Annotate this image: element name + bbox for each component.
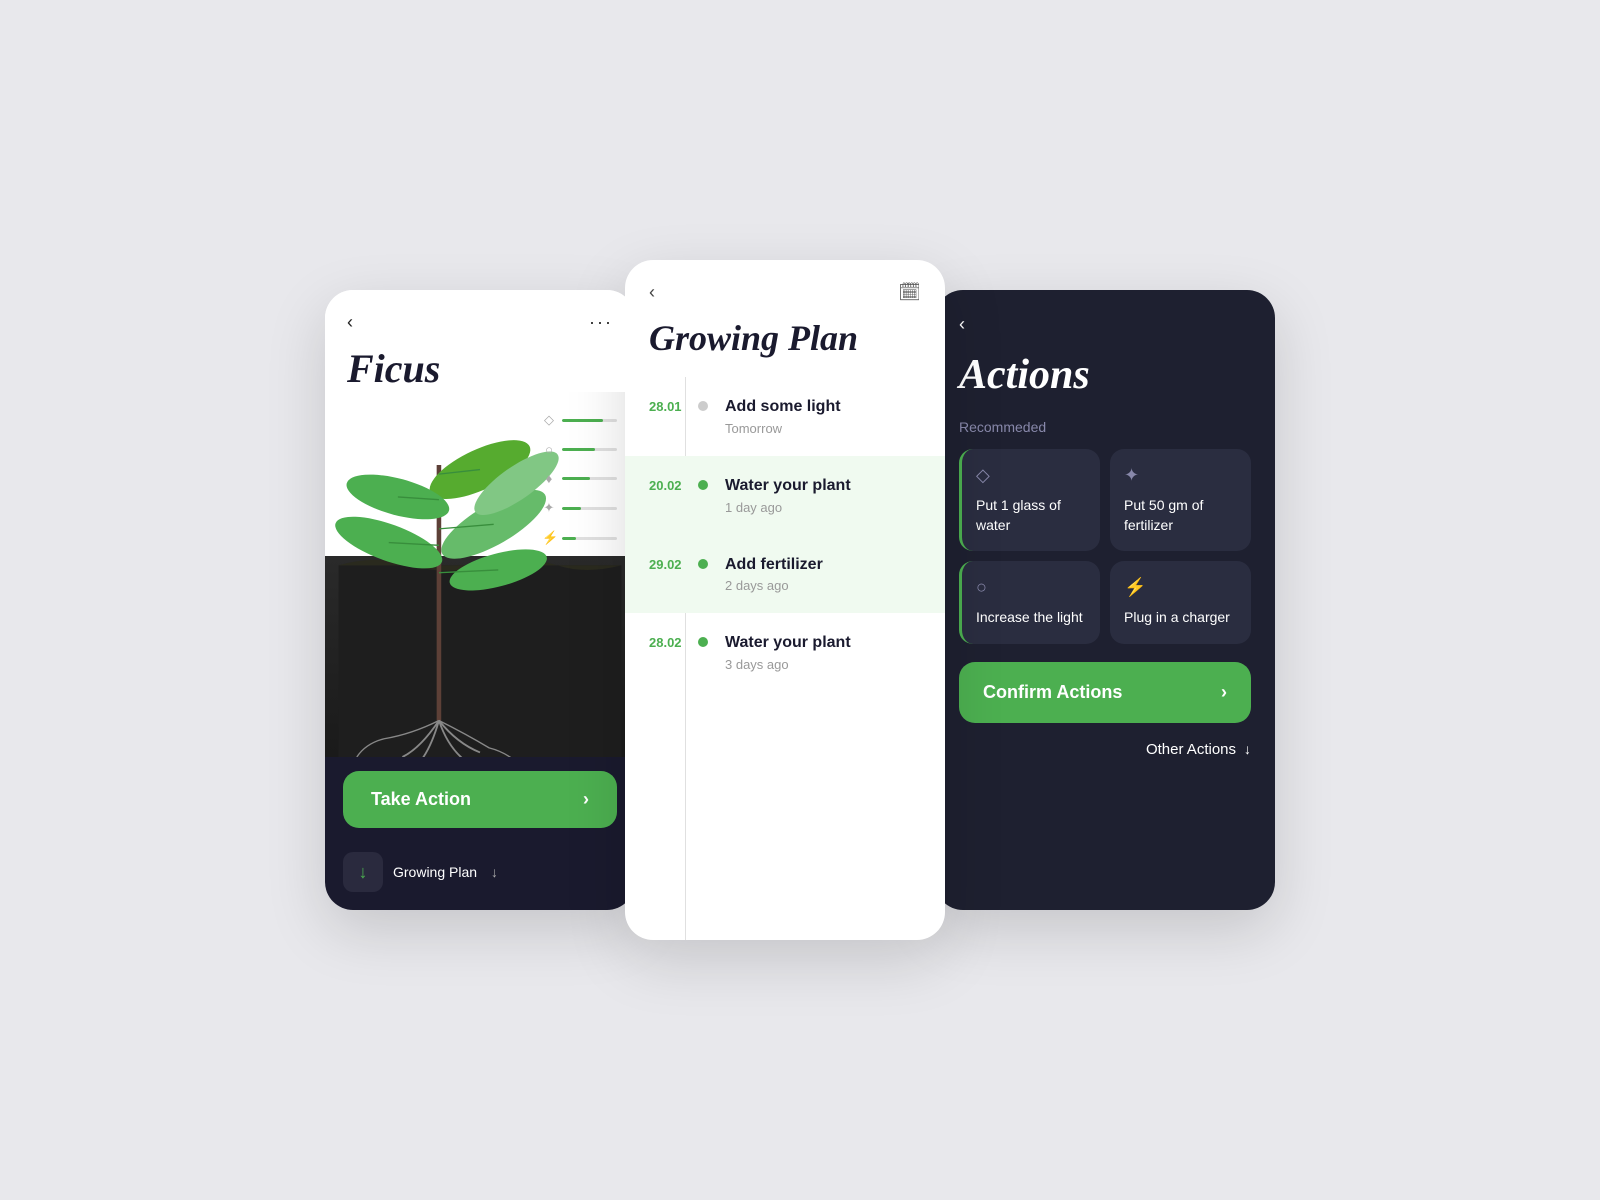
timeline-item: 28.01 Add some light Tomorrow	[625, 377, 945, 456]
light-card-icon: ○	[976, 577, 1086, 598]
growing-plan-title: Growing Plan	[649, 317, 921, 359]
confirm-actions-button[interactable]: Confirm Actions ›	[959, 662, 1251, 723]
timeline-item: 28.02 Water your plant 3 days ago	[625, 613, 945, 692]
action-cards-grid: ◇ Put 1 glass of water ✦ Put 50 gm of fe…	[959, 449, 1251, 644]
recommended-label: Recommeded	[959, 419, 1251, 435]
calendar-icon[interactable]: 🗓	[898, 282, 921, 303]
metrics-bar: ◇ ○ ♦ ✦	[542, 412, 617, 546]
actions-title: Actions	[959, 351, 1251, 399]
water-card-icon: ◇	[976, 465, 1086, 486]
timeline-dot-1	[698, 401, 708, 411]
timeline-title-3: Add fertilizer	[725, 555, 925, 576]
take-action-arrow-icon: ›	[583, 789, 589, 810]
metric-temp: ♦	[542, 471, 617, 486]
other-actions-row[interactable]: Other Actions ↓	[959, 741, 1251, 758]
screen-ficus: ‹ ··· Ficus	[325, 290, 635, 910]
action-card-charger[interactable]: ⚡ Plug in a charger	[1110, 561, 1251, 644]
plant-title: Ficus	[347, 345, 613, 392]
fertilizer-icon: ✦	[542, 500, 556, 516]
timeline-sub-4: 3 days ago	[725, 657, 925, 672]
back-button-3[interactable]: ‹	[959, 314, 965, 335]
metric-power: ⚡	[542, 530, 617, 546]
menu-button[interactable]: ···	[589, 312, 613, 333]
action-card-light-text: Increase the light	[976, 608, 1086, 628]
other-actions-icon: ↓	[1244, 741, 1251, 757]
screen-1-bottom: Take Action › ↓ Growing Plan ↓	[325, 757, 635, 910]
action-card-light[interactable]: ○ Increase the light	[959, 561, 1100, 644]
power-icon: ⚡	[542, 530, 556, 546]
light-icon: ○	[542, 442, 556, 457]
timeline-dot-3	[698, 559, 708, 569]
timeline-item: 20.02 Water your plant 1 day ago	[625, 456, 945, 535]
screen-growing-plan: ‹ 🗓 Growing Plan 28.01 Add some light To…	[625, 260, 945, 940]
growing-plan-label: Growing Plan	[393, 864, 477, 880]
screen-actions: ‹ Actions Recommeded ◇ Put 1 glass of wa…	[935, 290, 1275, 910]
action-card-water[interactable]: ◇ Put 1 glass of water	[959, 449, 1100, 551]
timeline-dot-2	[698, 480, 708, 490]
growing-plan-icon: ↓	[343, 852, 383, 892]
temp-icon: ♦	[542, 471, 556, 486]
fertilizer-card-icon: ✦	[1124, 465, 1237, 486]
confirm-arrow-icon: ›	[1221, 682, 1227, 703]
timeline-date-1: 28.01	[649, 397, 691, 414]
timeline-title-1: Add some light	[725, 397, 925, 418]
metric-water: ◇	[542, 412, 617, 428]
timeline-sub-2: 1 day ago	[725, 500, 925, 515]
timeline-container: 28.01 Add some light Tomorrow 20.02 Wate…	[625, 377, 945, 940]
action-card-water-text: Put 1 glass of water	[976, 496, 1086, 535]
action-card-fertilizer-text: Put 50 gm of fertilizer	[1124, 496, 1237, 535]
timeline-title-2: Water your plant	[725, 476, 925, 497]
take-action-label: Take Action	[371, 789, 471, 810]
metric-light: ○	[542, 442, 617, 457]
action-card-charger-text: Plug in a charger	[1124, 608, 1237, 628]
other-actions-label: Other Actions	[1146, 741, 1236, 758]
back-button-1[interactable]: ‹	[347, 312, 353, 333]
timeline-sub-3: 2 days ago	[725, 578, 925, 593]
timeline-date-3: 29.02	[649, 555, 691, 572]
confirm-label: Confirm Actions	[983, 682, 1122, 703]
plant-image-area: ◇ ○ ♦ ✦	[325, 392, 635, 757]
back-button-2[interactable]: ‹	[649, 282, 655, 303]
action-card-fertilizer[interactable]: ✦ Put 50 gm of fertilizer	[1110, 449, 1251, 551]
timeline-title-4: Water your plant	[725, 633, 925, 654]
take-action-button[interactable]: Take Action ›	[343, 771, 617, 828]
water-icon: ◇	[542, 412, 556, 428]
timeline-date-2: 20.02	[649, 476, 691, 493]
growing-plan-arrow-icon: ↓	[491, 864, 498, 880]
growing-plan-link[interactable]: ↓ Growing Plan ↓	[325, 842, 635, 910]
timeline-date-4: 28.02	[649, 633, 691, 650]
timeline-dot-4	[698, 637, 708, 647]
timeline-sub-1: Tomorrow	[725, 421, 925, 436]
charger-card-icon: ⚡	[1124, 577, 1237, 598]
timeline-item: 29.02 Add fertilizer 2 days ago	[625, 535, 945, 614]
metric-fertilizer: ✦	[542, 500, 617, 516]
